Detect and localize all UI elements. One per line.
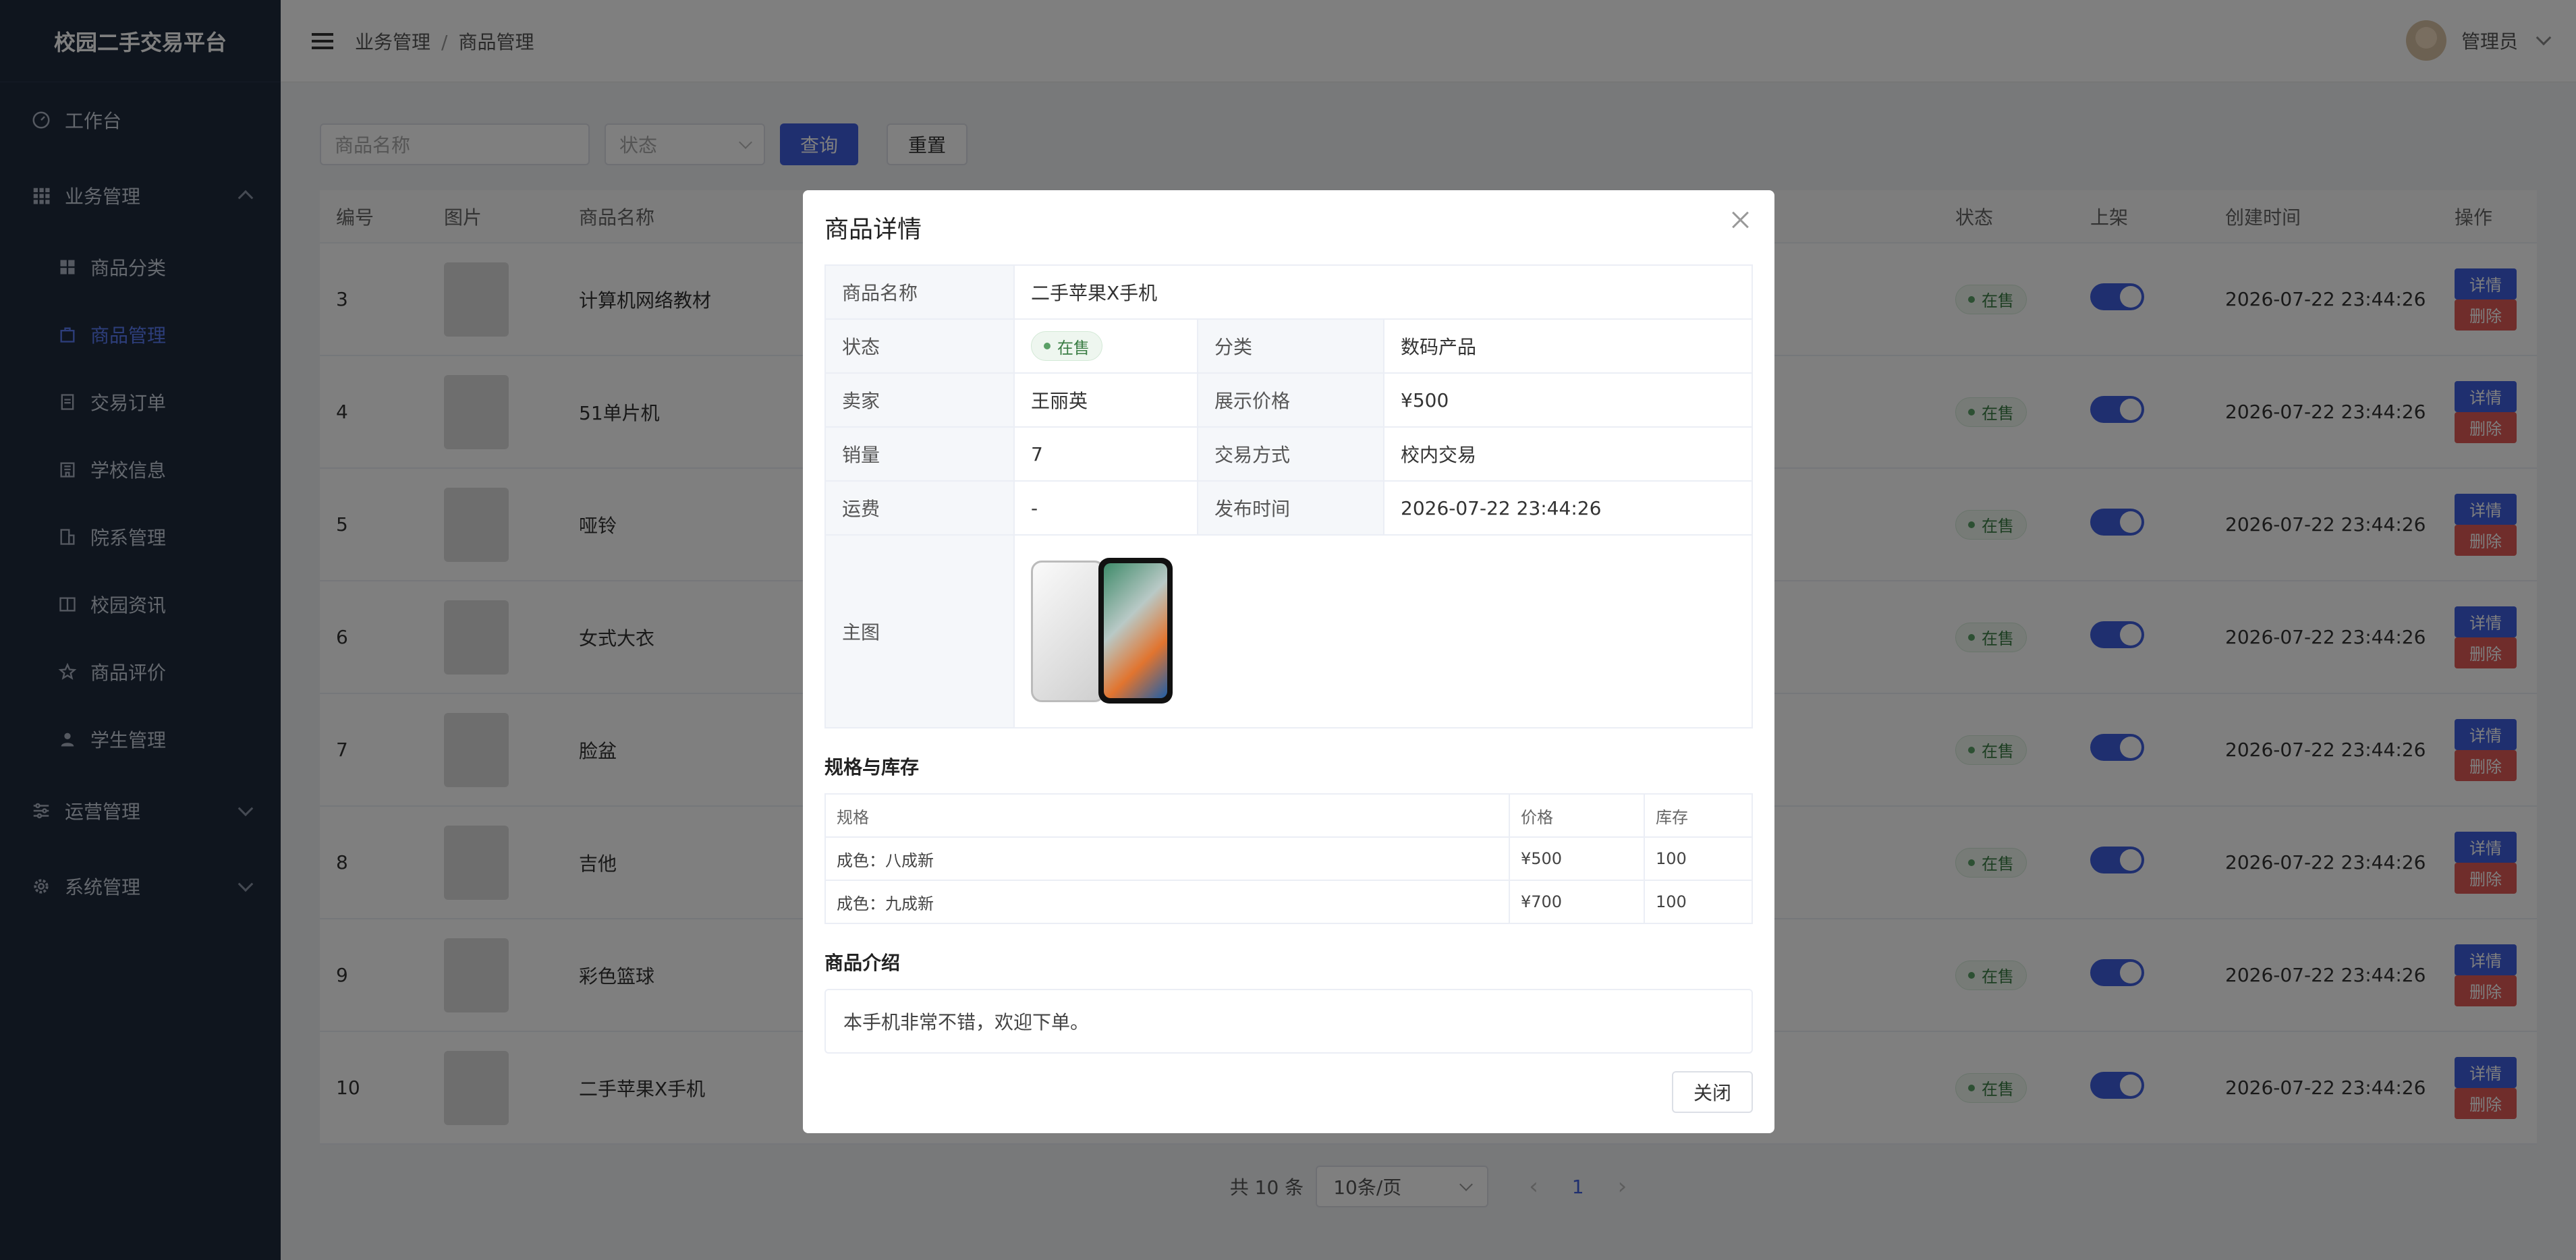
value-trade: 校内交易	[1383, 426, 1753, 482]
label-status: 状态	[824, 318, 1015, 374]
close-icon[interactable]	[1731, 210, 1750, 229]
label-price: 展示价格	[1197, 372, 1384, 428]
label-sales: 销量	[824, 426, 1015, 482]
spec-cell: ¥700	[1509, 880, 1645, 924]
intro-text: 本手机非常不错，欢迎下单。	[824, 989, 1753, 1054]
main-image[interactable]	[1031, 554, 1179, 709]
table-row: 成色：九成新 ¥700 100	[824, 880, 1753, 924]
spec-col-spec: 规格	[824, 793, 1510, 838]
value-seller: 王丽英	[1013, 372, 1198, 428]
value-category: 数码产品	[1383, 318, 1753, 374]
status-badge: 在售	[1031, 331, 1102, 361]
table-row: 成色：八成新 ¥500 100	[824, 836, 1753, 881]
value-published: 2026-07-22 23:44:26	[1383, 480, 1753, 536]
intro-section-title: 商品介绍	[824, 952, 901, 974]
spec-cell: 100	[1644, 880, 1753, 924]
label-category: 分类	[1197, 318, 1384, 374]
value-sales: 7	[1013, 426, 1198, 482]
spec-cell: 100	[1644, 836, 1753, 881]
spec-cell: 成色：九成新	[824, 880, 1510, 924]
close-button[interactable]: 关闭	[1671, 1071, 1753, 1113]
spec-col-price: 价格	[1509, 793, 1645, 838]
spec-section-title: 规格与库存	[824, 756, 920, 778]
spec-header-row: 规格 价格 库存	[824, 793, 1753, 838]
spec-cell: 成色：八成新	[824, 836, 1510, 881]
goods-description-table: 商品名称 二手苹果X手机 状态 在售 分类 数码产品 卖家 王丽英 展示价格 ¥…	[824, 264, 1753, 728]
goods-detail-dialog: 商品详情 商品名称 二手苹果X手机 状态 在售 分类 数码产品 卖家 王丽英 展…	[803, 190, 1774, 1133]
dialog-title: 商品详情	[824, 216, 922, 244]
label-published: 发布时间	[1197, 480, 1384, 536]
label-shipping: 运费	[824, 480, 1015, 536]
value-name: 二手苹果X手机	[1013, 264, 1753, 320]
value-price: ¥500	[1383, 372, 1753, 428]
label-trade: 交易方式	[1197, 426, 1384, 482]
value-shipping: -	[1013, 480, 1198, 536]
spec-table: 规格 价格 库存 成色：八成新 ¥500 100 成色：九成新 ¥700 100	[824, 793, 1753, 924]
label-seller: 卖家	[824, 372, 1015, 428]
label-image: 主图	[824, 534, 1015, 728]
spec-col-stock: 库存	[1644, 793, 1753, 838]
spec-cell: ¥500	[1509, 836, 1645, 881]
label-name: 商品名称	[824, 264, 1015, 320]
